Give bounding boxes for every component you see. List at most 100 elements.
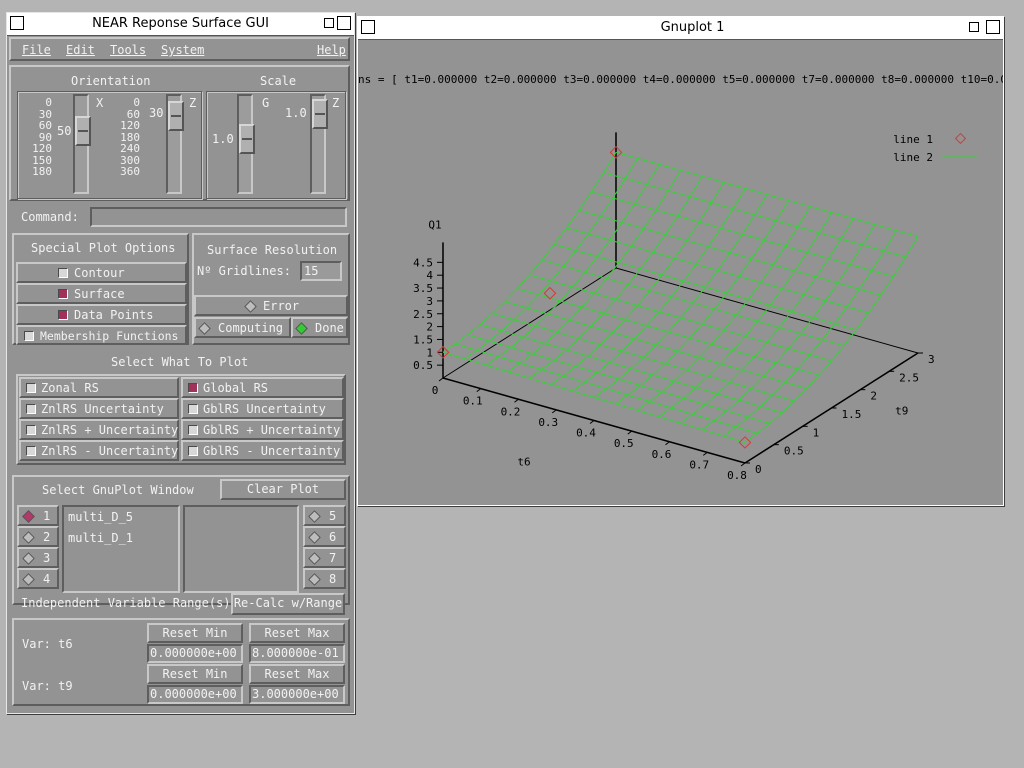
- menu-bar: File Edit Tools System Help: [9, 37, 350, 61]
- surface-gridline: [485, 164, 660, 366]
- membership-functions-toggle[interactable]: Membership Functions: [16, 325, 187, 345]
- y-tick-label: 1: [813, 426, 820, 439]
- x-tick-mark: [627, 430, 633, 435]
- x-rotation-slider[interactable]: [73, 94, 91, 194]
- y-tick-label: 0.5: [784, 445, 804, 458]
- select-plot-frame: Zonal RS Global RS ZnlRS Uncertainty Gbl…: [16, 374, 346, 465]
- gbl-plus-checkbox[interactable]: [188, 425, 198, 435]
- surface-resolution-label: Surface Resolution: [207, 243, 338, 257]
- select-plot-label: Select What To Plot: [111, 355, 249, 369]
- menu-edit[interactable]: Edit: [66, 43, 95, 57]
- z-tick-label: 1: [426, 346, 433, 359]
- t6-reset-max-button[interactable]: Reset Max: [249, 623, 345, 643]
- znl-minus-toggle[interactable]: ZnlRS - Uncertainty: [19, 440, 179, 461]
- znl-minus-checkbox[interactable]: [26, 446, 36, 456]
- znl-plus-toggle[interactable]: ZnlRS + Uncertainty: [19, 419, 179, 440]
- znl-uncertainty-toggle[interactable]: ZnlRS Uncertainty: [19, 398, 179, 419]
- window-5-radio[interactable]: 5: [303, 505, 346, 526]
- scale-z-thumb[interactable]: [312, 99, 328, 129]
- gbl-minus-toggle[interactable]: GblRS - Uncertainty: [181, 440, 344, 461]
- znl-plus-checkbox[interactable]: [26, 425, 36, 435]
- gbl-minus-checkbox[interactable]: [188, 446, 198, 456]
- surface-toggle[interactable]: Surface: [16, 283, 187, 304]
- g-scale-slider[interactable]: [237, 94, 255, 194]
- x-slider-thumb[interactable]: [75, 116, 91, 146]
- t9-max-input[interactable]: 3.000000e+00: [249, 685, 345, 704]
- zonal-rs-label: Zonal RS: [41, 381, 99, 395]
- window-4-radio[interactable]: 4: [17, 568, 59, 589]
- t9-min-input[interactable]: 0.000000e+00: [147, 685, 243, 704]
- recalc-range-button[interactable]: Re-Calc w/Range: [231, 593, 345, 615]
- var-t9-label: Var: t9: [22, 679, 73, 693]
- gbl-plus-toggle[interactable]: GblRS + Uncertainty: [181, 419, 344, 440]
- ranges-frame: Var: t6 Reset Min Reset Max 0.000000e+00…: [12, 618, 350, 706]
- menu-system[interactable]: System: [161, 43, 204, 57]
- orientation-label: Orientation: [71, 74, 151, 88]
- gnuplot-maximize-icon[interactable]: [986, 20, 1000, 34]
- gnuplot-minimize-icon[interactable]: [969, 22, 979, 32]
- window-7-radio[interactable]: 7: [303, 547, 346, 568]
- plot-list-item[interactable]: multi_D_5: [68, 510, 133, 524]
- command-input[interactable]: [90, 207, 347, 227]
- x-tick-mark: [665, 441, 670, 446]
- t9-reset-max-button[interactable]: Reset Max: [249, 664, 345, 684]
- z-tick-label: 3.5: [413, 282, 433, 295]
- scale-label: Scale: [260, 74, 297, 88]
- t6-max-input[interactable]: 8.000000e-01: [249, 644, 345, 663]
- z-slider-thumb[interactable]: [168, 101, 184, 131]
- data-points-toggle[interactable]: Data Points: [16, 304, 187, 325]
- near-gui-window: NEAR Reponse Surface GUI File Edit Tools…: [6, 12, 355, 714]
- gbl-uncertainty-checkbox[interactable]: [188, 404, 198, 414]
- scale-z-value: 1.0: [285, 106, 307, 120]
- gnuplot-canvas: ns = [ t1=0.000000 t2=0.000000 t3=0.0000…: [358, 40, 1003, 505]
- z-axis-title: Q1: [428, 218, 441, 231]
- clear-plot-button[interactable]: Clear Plot: [220, 479, 346, 500]
- gnuplot-window: Gnuplot 1 ns = [ t1=0.000000 t2=0.000000…: [357, 16, 1004, 506]
- contour-toggle[interactable]: Contour: [16, 262, 187, 283]
- surface-checkbox[interactable]: [58, 289, 68, 299]
- t6-reset-min-button[interactable]: Reset Min: [147, 623, 243, 643]
- minimize-icon[interactable]: [324, 18, 334, 28]
- surface-gridline: [591, 191, 894, 278]
- scale-panel: G 1.0 1.0 Z: [206, 91, 346, 199]
- menu-tools[interactable]: Tools: [110, 43, 146, 57]
- menu-file[interactable]: File: [22, 43, 51, 57]
- t6-min-input[interactable]: 0.000000e+00: [147, 644, 243, 663]
- special-plot-options-label: Special Plot Options: [31, 241, 176, 255]
- gridlines-input[interactable]: 15: [300, 261, 342, 281]
- global-rs-toggle[interactable]: Global RS: [181, 377, 344, 398]
- znl-uncertainty-checkbox[interactable]: [26, 404, 36, 414]
- near-gui-titlebar[interactable]: NEAR Reponse Surface GUI: [7, 13, 354, 36]
- gridlines-value: 15: [304, 264, 319, 278]
- g-slider-thumb[interactable]: [239, 124, 255, 154]
- surface-plot: 0.511.522.533.544.500.10.20.30.40.50.60.…: [413, 132, 978, 482]
- x-tick: 180: [32, 165, 52, 178]
- gnuplot-titlebar[interactable]: Gnuplot 1: [358, 17, 1003, 40]
- zonal-rs-toggle[interactable]: Zonal RS: [19, 377, 179, 398]
- plot-list-left[interactable]: multi_D_5 multi_D_1: [62, 505, 180, 593]
- window-2-radio[interactable]: 2: [17, 526, 59, 547]
- t9-reset-min-button[interactable]: Reset Min: [147, 664, 243, 684]
- z-slider-value: 30: [149, 106, 164, 120]
- surface-gridline: [464, 158, 638, 360]
- orientation-z-ticks: 0 60 120 180 240 300 360: [106, 97, 140, 178]
- plot-list-item[interactable]: multi_D_1: [68, 531, 133, 545]
- window-1-radio[interactable]: 1: [17, 505, 59, 526]
- window-3-radio[interactable]: 3: [17, 547, 59, 568]
- menu-help[interactable]: Help: [317, 43, 346, 57]
- global-rs-checkbox[interactable]: [188, 383, 198, 393]
- window-8-radio[interactable]: 8: [303, 568, 346, 589]
- membership-checkbox[interactable]: [24, 331, 34, 341]
- gbl-uncertainty-toggle[interactable]: GblRS Uncertainty: [181, 398, 344, 419]
- maximize-icon[interactable]: [337, 16, 351, 30]
- z-tick: 0: [133, 96, 140, 109]
- plot-list-right[interactable]: [183, 505, 299, 593]
- z-rotation-slider[interactable]: [166, 94, 184, 194]
- near-gui-title: NEAR Reponse Surface GUI: [92, 16, 269, 31]
- contour-checkbox[interactable]: [58, 268, 68, 278]
- zonal-rs-checkbox[interactable]: [26, 383, 36, 393]
- window-6-radio[interactable]: 6: [303, 526, 346, 547]
- data-points-checkbox[interactable]: [58, 310, 68, 320]
- gnuplot-title: Gnuplot 1: [660, 20, 725, 35]
- z-scale-slider[interactable]: [310, 94, 328, 194]
